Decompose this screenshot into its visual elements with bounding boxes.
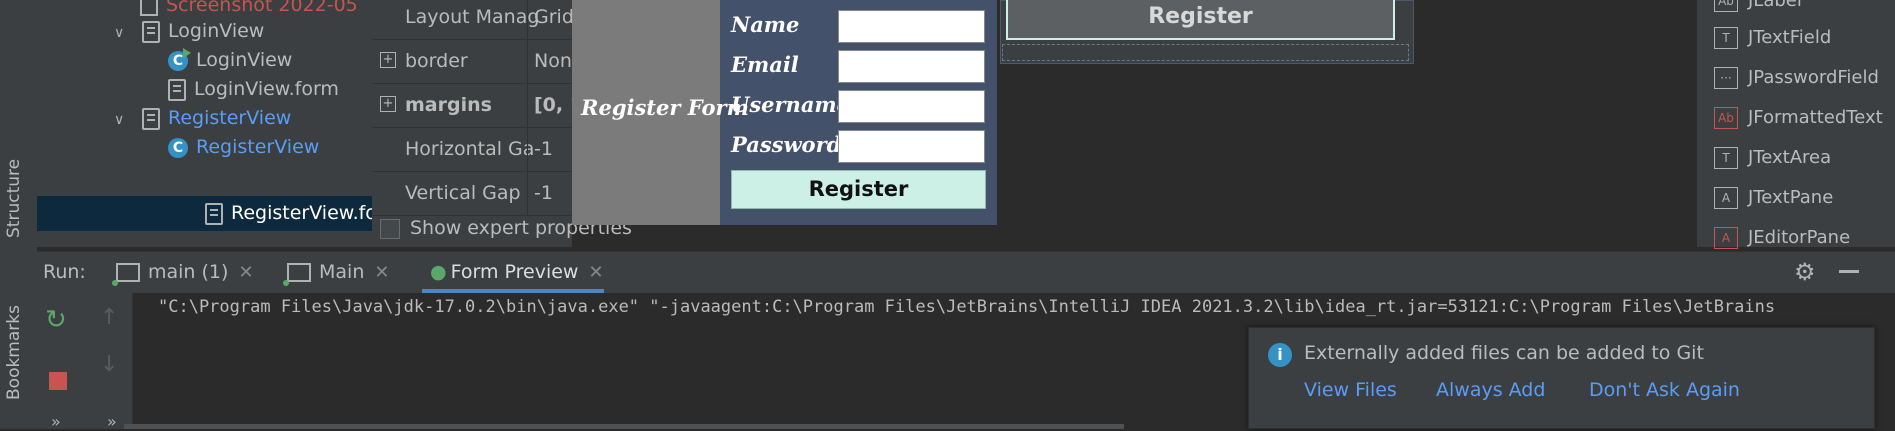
close-icon[interactable]: ✕ [238, 262, 253, 283]
password-field[interactable] [838, 130, 985, 163]
structure-tab[interactable]: Structure [4, 159, 24, 238]
editorpane-icon: A [1714, 227, 1738, 249]
run-label: Run: [43, 261, 86, 283]
stop-icon[interactable] [49, 372, 67, 390]
console-icon [112, 263, 140, 286]
class-icon: C [168, 47, 191, 71]
name-field[interactable] [838, 10, 985, 43]
info-icon: i [1268, 343, 1292, 367]
run-tab-main-1[interactable]: main (1) ✕ [112, 251, 254, 293]
property-row-margins[interactable]: + margins [0, 1 [372, 83, 579, 128]
rerun-icon[interactable]: ↻ [45, 305, 67, 335]
property-row-layout-manager[interactable]: Layout Manag GridL [372, 0, 579, 40]
palette-item-jtextpane[interactable]: A JTextPane [1714, 183, 1833, 213]
close-icon[interactable]: ✕ [374, 262, 389, 283]
project-tree: Screenshot 2022-05 ∨ LoginView C LoginView… [37, 0, 372, 247]
register-form-title: Register Form [581, 95, 749, 120]
name-label: Name [731, 12, 800, 37]
palette-item-jlabel[interactable]: Ab JLabel [1714, 0, 1802, 16]
form-file-icon [142, 107, 160, 130]
register-button[interactable]: Register [731, 170, 986, 209]
bookmarks-tab[interactable]: Bookmarks [4, 305, 24, 400]
textfield-icon: T [1714, 27, 1738, 49]
form-file-icon [142, 20, 160, 43]
chevron-down-icon[interactable]: ∨ [114, 103, 128, 138]
palette-item-jtextarea[interactable]: T JTextArea [1714, 143, 1831, 173]
more-actions-icon[interactable]: » [107, 412, 117, 431]
textarea-icon: T [1714, 147, 1738, 169]
property-row-vertical-gap[interactable]: Vertical Gap -1 [372, 171, 572, 216]
run-tab-main[interactable]: Main ✕ [283, 251, 389, 293]
close-icon[interactable]: ✕ [588, 262, 603, 283]
designer-grid-cell [1002, 44, 1409, 61]
property-row-border[interactable]: + border None [372, 39, 579, 84]
designer-register-button[interactable]: Register [1006, 0, 1395, 40]
username-label: Username [731, 92, 851, 117]
always-add-link[interactable]: Always Add [1436, 379, 1545, 401]
expand-icon[interactable]: + [380, 96, 396, 112]
username-field[interactable] [838, 90, 985, 123]
notification-message: Externally added files can be added to G… [1304, 342, 1704, 364]
palette-item-jpasswordfield[interactable]: ··· JPasswordField [1714, 63, 1879, 93]
textpane-icon: A [1714, 187, 1738, 209]
horizontal-scrollbar[interactable] [124, 424, 1124, 429]
password-field-icon: ··· [1714, 67, 1738, 89]
property-row-horizontal-gap[interactable]: Horizontal Ga -1 [372, 127, 572, 172]
password-label: Password [731, 132, 842, 157]
arrow-down-icon[interactable]: ↓ [100, 352, 118, 377]
gear-icon[interactable]: ⚙ [1794, 258, 1816, 286]
tree-item-registerview-class[interactable]: C RegisterView [168, 130, 319, 165]
email-label: Email [731, 52, 799, 77]
arrow-up-icon[interactable]: ↑ [100, 305, 118, 330]
formatted-text-icon: Ab [1714, 107, 1738, 129]
tree-item-registerview-form[interactable]: RegisterView.form [37, 196, 372, 231]
expand-icon[interactable]: + [380, 52, 396, 68]
palette-item-jformattedtext[interactable]: Ab JFormattedText [1714, 103, 1883, 133]
label-icon: Ab [1714, 0, 1738, 12]
checkbox[interactable] [380, 218, 400, 239]
more-actions-icon[interactable]: » [51, 412, 61, 431]
chevron-down-icon[interactable]: ∨ [114, 16, 128, 51]
console-output[interactable]: "C:\Program Files\Java\jdk-17.0.2\bin\ja… [158, 297, 1878, 317]
run-tab-form-preview[interactable]: ● Form Preview ✕ [430, 251, 604, 293]
view-files-link[interactable]: View Files [1304, 379, 1397, 401]
running-dot-icon: ● [430, 261, 447, 283]
properties-panel: Layout Manag GridL + border None + margi… [372, 0, 632, 247]
palette-item-jeditorpane[interactable]: A JEditorPane [1714, 223, 1850, 253]
class-icon: C [168, 137, 188, 158]
dont-ask-again-link[interactable]: Don't Ask Again [1589, 379, 1740, 401]
form-file-icon [168, 78, 186, 101]
minimize-icon[interactable] [1839, 270, 1859, 273]
left-tool-strip: Structure Bookmarks [0, 0, 38, 429]
form-file-icon [205, 202, 223, 225]
email-field[interactable] [838, 50, 985, 83]
palette-item-jtextfield[interactable]: T JTextField [1714, 23, 1831, 53]
console-icon [283, 263, 311, 286]
